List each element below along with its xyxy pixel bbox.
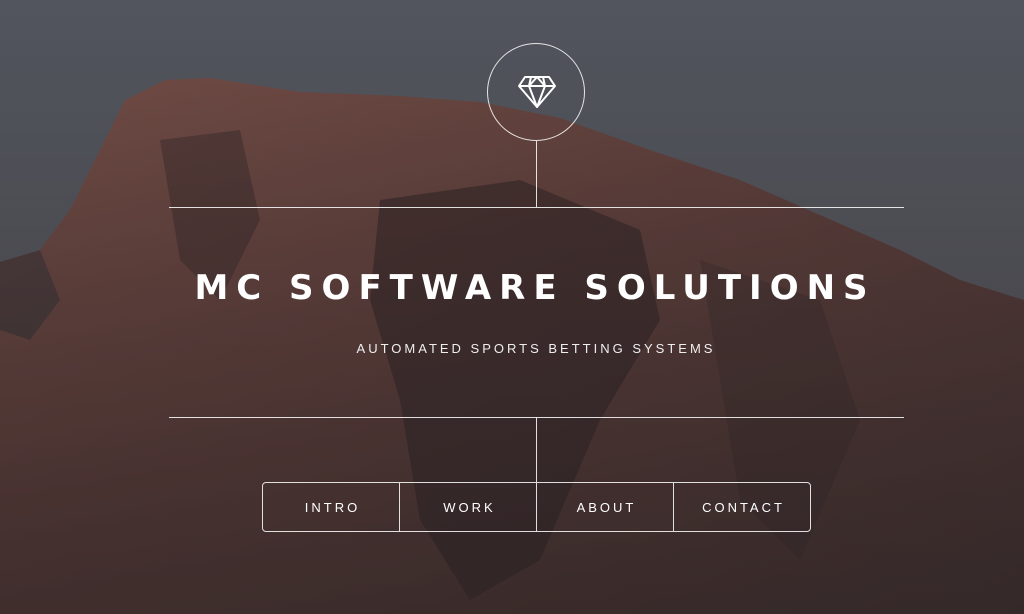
nav-item-contact[interactable]: CONTACT	[673, 483, 810, 531]
logo-circle	[487, 43, 585, 141]
site-title: MC SOFTWARE SOLUTIONS	[194, 268, 876, 308]
nav-item-intro[interactable]: INTRO	[263, 483, 399, 531]
connector-line-top	[536, 141, 537, 207]
diamond-icon	[518, 76, 556, 108]
nav-item-work[interactable]: WORK	[399, 483, 536, 531]
main-nav: INTRO WORK ABOUT CONTACT	[262, 482, 811, 532]
nav-item-about[interactable]: ABOUT	[536, 483, 673, 531]
page: MC SOFTWARE SOLUTIONS AUTOMATED SPORTS B…	[0, 0, 1024, 614]
divider-top	[169, 207, 904, 208]
site-subtitle: AUTOMATED SPORTS BETTING SYSTEMS	[356, 341, 716, 356]
connector-line-bottom	[536, 417, 537, 482]
